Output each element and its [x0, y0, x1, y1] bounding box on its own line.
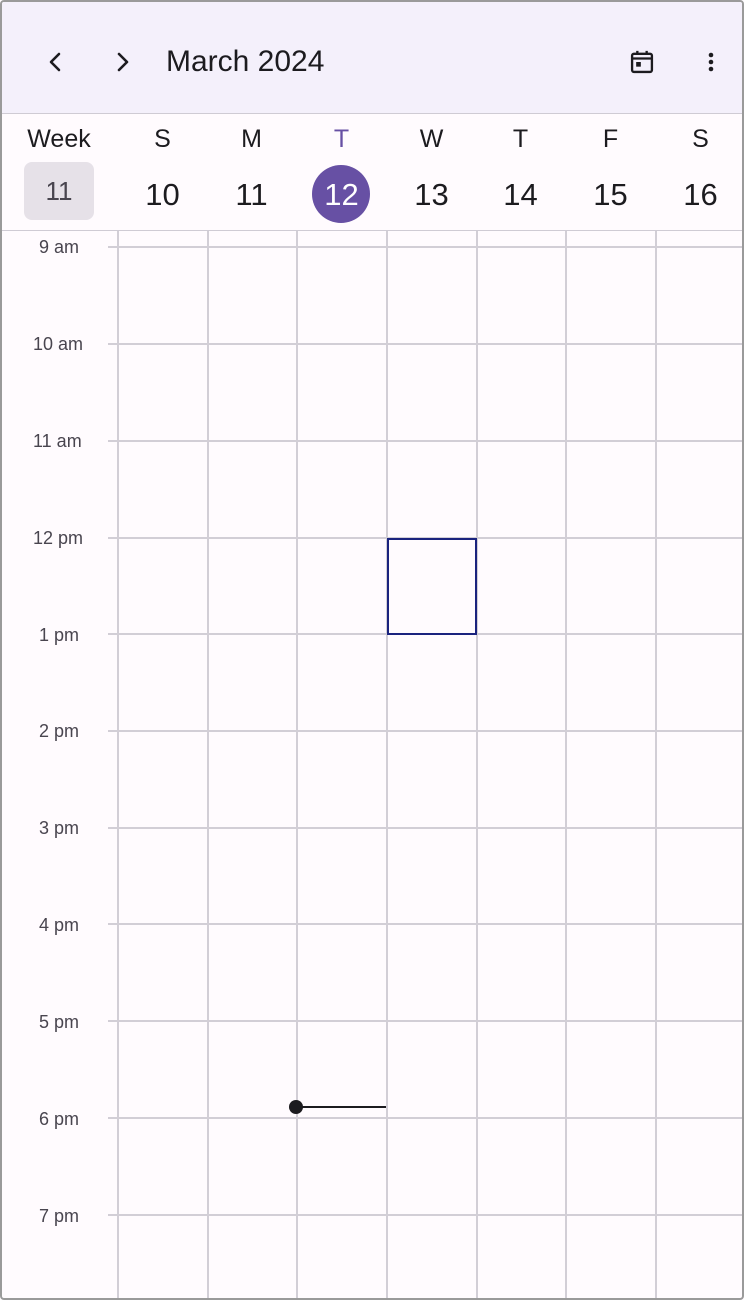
day-letter: F	[602, 125, 619, 153]
day-header-wednesday[interactable]: W 13	[387, 114, 476, 230]
column-divider	[565, 231, 567, 1298]
current-time-dot	[289, 1100, 303, 1114]
hour-line	[108, 1020, 742, 1022]
hour-label: 2 pm	[39, 721, 80, 741]
hour-line	[108, 1214, 742, 1216]
hour-line	[108, 730, 742, 732]
column-divider	[207, 231, 209, 1298]
hour-label: 3 pm	[39, 818, 80, 838]
day-letter: T	[333, 125, 350, 153]
current-time-line	[298, 1106, 386, 1108]
month-title[interactable]: March 2024	[166, 42, 324, 82]
day-number: 16	[683, 177, 718, 212]
column-divider	[476, 231, 478, 1298]
more-vertical-icon	[708, 52, 714, 72]
week-number-badge[interactable]: 11	[24, 162, 94, 220]
day-letter: W	[419, 125, 444, 153]
calendar-today-icon	[630, 50, 654, 74]
day-number: 11	[235, 177, 268, 212]
day-header-tuesday-today[interactable]: T 12	[297, 114, 386, 230]
day-letter: T	[512, 125, 529, 153]
day-header-monday[interactable]: M 11	[207, 114, 296, 230]
day-header-friday[interactable]: F 15	[566, 114, 655, 230]
hour-label: 11 am	[33, 431, 82, 451]
week-label: Week	[27, 125, 91, 153]
selected-time-slot[interactable]	[387, 538, 477, 635]
hour-line	[108, 246, 742, 248]
hour-label: 12 pm	[33, 528, 84, 548]
week-header: Week 11 S 10 M 11 T 12 W 13 T 14 F 15 S	[2, 114, 742, 231]
hour-label: 6 pm	[39, 1109, 80, 1129]
chevron-left-icon	[49, 52, 61, 72]
hour-line	[108, 827, 742, 829]
hour-line	[108, 1117, 742, 1119]
hour-line	[108, 923, 742, 925]
day-number: 10	[145, 177, 180, 212]
hour-label: 10 am	[33, 334, 84, 354]
more-options-button[interactable]	[687, 38, 735, 86]
day-header-sunday[interactable]: S 10	[118, 114, 207, 230]
calendar-window: March 2024 Week 11 S 10 M 11 T 12 W 13 T…	[0, 0, 744, 1300]
column-divider	[655, 231, 657, 1298]
day-number: 14	[503, 177, 538, 212]
hour-label: 4 pm	[39, 915, 80, 935]
day-letter: S	[154, 125, 171, 153]
top-app-bar: March 2024	[2, 2, 742, 114]
day-number: 13	[414, 177, 449, 212]
day-number: 15	[593, 177, 628, 212]
column-divider	[386, 231, 388, 1298]
next-week-button[interactable]	[98, 38, 146, 86]
hour-line	[108, 440, 742, 442]
hour-label: 5 pm	[39, 1012, 80, 1032]
go-to-today-button[interactable]	[618, 38, 666, 86]
day-letter: S	[692, 125, 709, 153]
day-letter: M	[241, 125, 262, 153]
hour-label: 1 pm	[39, 625, 80, 645]
day-header-thursday[interactable]: T 14	[476, 114, 565, 230]
time-grid[interactable]: 9 am 10 am 11 am 12 pm 1 pm 2 pm 3 pm 4 …	[2, 231, 742, 1298]
chevron-right-icon	[117, 52, 129, 72]
previous-week-button[interactable]	[32, 38, 80, 86]
hour-line	[108, 343, 742, 345]
day-number: 12	[324, 177, 359, 212]
column-divider	[117, 231, 119, 1298]
day-header-saturday[interactable]: S 16	[656, 114, 742, 230]
column-divider	[296, 231, 298, 1298]
hour-label: 9 am	[39, 237, 80, 257]
hour-label: 7 pm	[39, 1206, 80, 1226]
